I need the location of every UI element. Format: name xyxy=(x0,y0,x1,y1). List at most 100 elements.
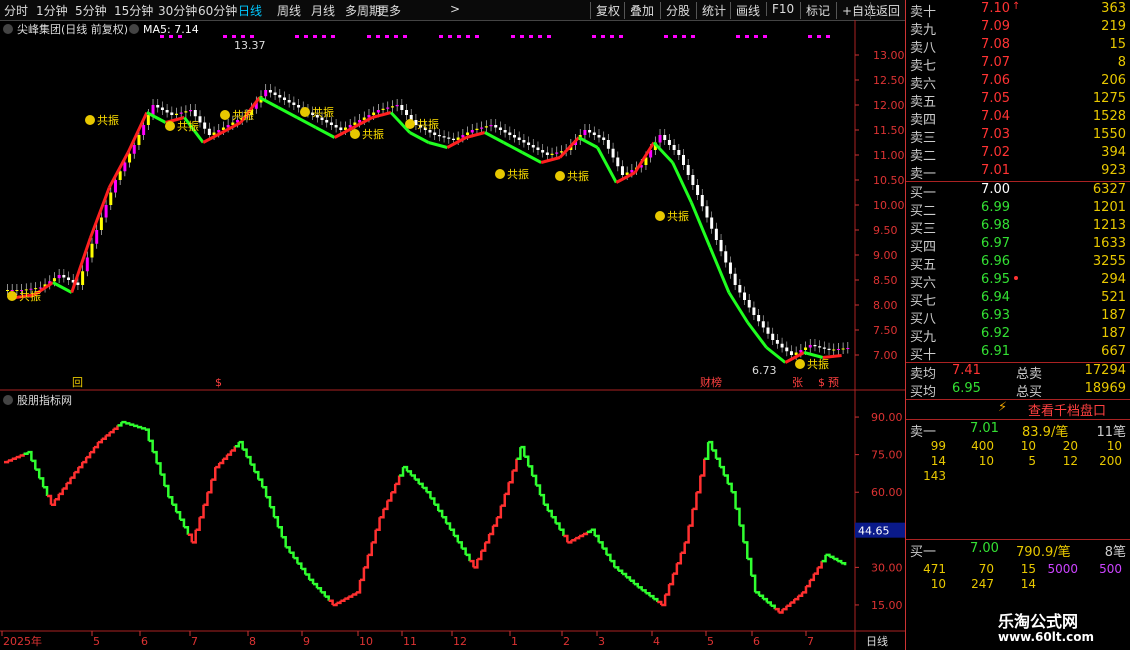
toolbar-action-4[interactable]: 画线 xyxy=(730,2,760,19)
candle-body xyxy=(325,120,329,123)
candle-body xyxy=(90,243,94,258)
up-arrow-icon: ↑ xyxy=(1012,1,1021,12)
indicator-step xyxy=(555,522,561,530)
avg-sell-label: 卖均 xyxy=(910,367,937,382)
sell1-detail-cell: 20 xyxy=(1062,439,1078,453)
thousand-level-link[interactable]: 查看千档盘口 xyxy=(1028,400,1106,419)
candle-body xyxy=(292,102,296,105)
indicator-step xyxy=(551,516,557,524)
bid-price: 6.92 xyxy=(981,326,1010,341)
toolbar-action-2[interactable]: 分股 xyxy=(660,2,690,19)
current-value-label: 44.65 xyxy=(858,525,890,538)
ma-line-segment xyxy=(765,346,787,364)
indicator-step xyxy=(356,579,362,594)
indicator-step xyxy=(672,563,679,575)
buy1-per: 790.9/笔 xyxy=(1016,545,1071,560)
indicator-step xyxy=(164,484,170,498)
indicator-step xyxy=(223,454,229,461)
indicator-step xyxy=(653,597,659,603)
period-1[interactable]: 1分钟 xyxy=(36,2,68,19)
toolbar-action-6[interactable]: 标记 xyxy=(800,2,830,19)
toolbar-action-0[interactable]: 复权 xyxy=(590,2,620,19)
signal-dot xyxy=(322,35,326,38)
buy1-detail-cell: 471 xyxy=(923,562,946,576)
sell1-detail-cell: 10 xyxy=(978,454,994,468)
candle-body xyxy=(611,148,615,158)
event-marker: 张 xyxy=(792,376,803,389)
candle-body xyxy=(470,130,474,133)
indicator-step xyxy=(813,567,819,575)
signal-dot xyxy=(457,35,461,38)
candle-body xyxy=(597,135,601,138)
candle-body xyxy=(489,125,493,127)
ma-line-segment xyxy=(521,151,542,164)
total-sell-label: 总卖 xyxy=(1016,367,1043,382)
candle-body xyxy=(437,135,441,137)
candle-body xyxy=(780,343,784,348)
period-10[interactable]: 更多 xyxy=(377,2,401,19)
period-0[interactable]: 分时 xyxy=(4,2,28,19)
indicator-step xyxy=(610,559,616,568)
ask-price: 7.07 xyxy=(981,55,1010,70)
buy1-detail-cell: 14 xyxy=(1020,577,1036,591)
indicator-step xyxy=(406,470,413,476)
total-buy-label: 总买 xyxy=(1016,385,1043,400)
candle-body xyxy=(193,110,197,117)
signal-dot xyxy=(466,35,470,38)
indicator-step xyxy=(489,525,495,536)
indicator-step xyxy=(770,604,776,610)
candle-body xyxy=(606,140,610,149)
toolbar-action-5[interactable]: F10 xyxy=(766,2,794,16)
candle-body xyxy=(128,153,132,163)
signal-dot xyxy=(367,35,371,38)
candle-body xyxy=(808,345,812,348)
candle-body xyxy=(85,257,89,272)
period-6[interactable]: 日线 xyxy=(238,2,262,19)
avg-sell-row: 卖均 7.41 总卖 17294 xyxy=(906,363,1128,382)
toolbar-action-1[interactable]: 叠加 xyxy=(624,2,654,19)
more-arrow-icon[interactable]: > xyxy=(450,2,460,16)
period-4[interactable]: 30分钟 xyxy=(158,2,197,19)
period-9[interactable]: 多周期 xyxy=(345,2,381,19)
period-2[interactable]: 5分钟 xyxy=(75,2,107,19)
candle-body xyxy=(442,136,446,138)
ma-line-segment xyxy=(558,136,580,159)
buy1-detail-cell: 500 xyxy=(1099,562,1122,576)
indicator-step xyxy=(680,542,686,555)
bid-row: 买八 6.93 187 xyxy=(906,308,1128,327)
bid-row: 买四 6.97 1633 xyxy=(906,236,1128,255)
indicator-step xyxy=(809,573,816,582)
candle-body xyxy=(339,127,343,130)
indicator-step xyxy=(453,534,460,543)
indicator-step xyxy=(485,533,491,544)
candle-body xyxy=(282,97,286,100)
ask-price: 7.06 xyxy=(981,73,1010,88)
resonance-label: 共振 xyxy=(667,209,689,223)
candle-body xyxy=(137,135,141,145)
period-5[interactable]: 60分钟 xyxy=(198,2,237,19)
ytick-label: 11.50 xyxy=(873,124,905,137)
indicator-step xyxy=(700,458,706,477)
chart-title: 尖峰集团(日线 前复权) xyxy=(17,22,128,36)
candle-body xyxy=(278,95,282,98)
candle-body xyxy=(822,347,826,349)
toolbar-action-8[interactable]: 返回 xyxy=(870,2,900,19)
signal-dot xyxy=(664,35,668,38)
candle-body xyxy=(714,228,718,240)
xtick-label: 2025年 xyxy=(3,634,42,648)
period-7[interactable]: 周线 xyxy=(277,2,301,19)
indicator-step xyxy=(477,550,483,561)
indicator-step xyxy=(266,495,272,508)
toolbar-action-3[interactable]: 统计 xyxy=(696,2,726,19)
indicator-step xyxy=(183,526,190,535)
candle-body xyxy=(719,240,723,252)
indicator-step xyxy=(512,458,518,472)
candle-body xyxy=(700,195,704,207)
indicator-step xyxy=(234,442,240,448)
candle-body xyxy=(841,348,845,350)
candle-body xyxy=(118,171,122,180)
indicator-step xyxy=(622,572,628,578)
period-8[interactable]: 月线 xyxy=(311,2,335,19)
period-3[interactable]: 15分钟 xyxy=(114,2,153,19)
indicator-step xyxy=(277,526,284,538)
